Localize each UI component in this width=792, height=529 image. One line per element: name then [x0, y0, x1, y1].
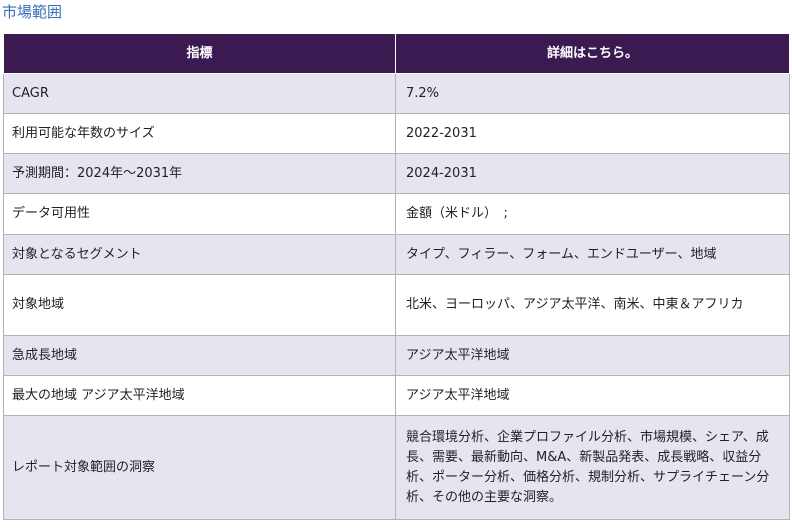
metric-cell: 利用可能な年数のサイズ [3, 113, 396, 154]
detail-cell: アジア太平洋地域 [395, 335, 790, 376]
market-scope-table: 指標 詳細はこちら。 CAGR 7.2% 利用可能な年数のサイズ 2022-20… [3, 33, 790, 520]
header-metric: 指標 [3, 33, 396, 74]
metric-cell: レポート対象範囲の洞察 [3, 415, 396, 520]
metric-cell: 最大の地域 アジア太平洋地域 [3, 375, 396, 416]
table-row: 対象となるセグメント タイプ、フィラー、フォーム、エンドユーザー、地域 [3, 234, 790, 275]
metric-cell: データ可用性 [3, 193, 396, 235]
table-row: 最大の地域 アジア太平洋地域 アジア太平洋地域 [3, 375, 790, 416]
header-detail: 詳細はこちら。 [395, 33, 790, 74]
table-row: 利用可能な年数のサイズ 2022-2031 [3, 113, 790, 154]
detail-cell: タイプ、フィラー、フォーム、エンドユーザー、地域 [395, 234, 790, 275]
table-header-row: 指標 詳細はこちら。 [3, 33, 790, 74]
section-title: 市場範囲 [2, 3, 63, 21]
table-row: データ可用性 金額（米ドル） ; [3, 193, 790, 235]
metric-cell: 予測期間：2024年～2031年 [3, 153, 396, 194]
detail-cell: 北米、ヨーロッパ、アジア太平洋、南米、中東＆アフリカ [395, 274, 790, 336]
table-row: レポート対象範囲の洞察 競合環境分析、企業プロファイル分析、市場規模、シェア、成… [3, 415, 790, 520]
detail-cell: 金額（米ドル） ; [395, 193, 790, 235]
detail-cell: 2022-2031 [395, 113, 790, 154]
metric-cell: 対象となるセグメント [3, 234, 396, 275]
metric-cell: 急成長地域 [3, 335, 396, 376]
metric-cell: CAGR [3, 73, 396, 114]
detail-cell: 7.2% [395, 73, 790, 114]
table-row: 予測期間：2024年～2031年 2024-2031 [3, 153, 790, 194]
table-row: CAGR 7.2% [3, 73, 790, 114]
detail-cell: 2024-2031 [395, 153, 790, 194]
detail-cell: 競合環境分析、企業プロファイル分析、市場規模、シェア、成長、需要、最新動向、M&… [395, 415, 790, 520]
table-row: 対象地域 北米、ヨーロッパ、アジア太平洋、南米、中東＆アフリカ [3, 274, 790, 336]
table-row: 急成長地域 アジア太平洋地域 [3, 335, 790, 376]
metric-cell: 対象地域 [3, 274, 396, 336]
detail-cell: アジア太平洋地域 [395, 375, 790, 416]
